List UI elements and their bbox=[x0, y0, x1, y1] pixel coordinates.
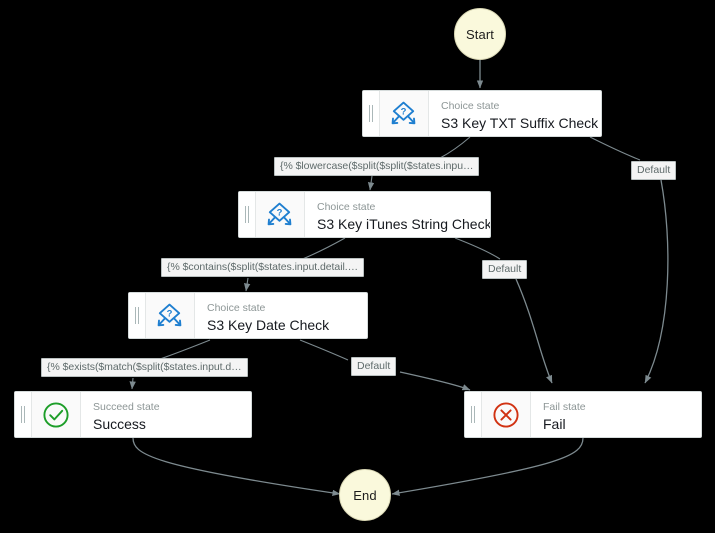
state-node-fail[interactable]: Fail state Fail bbox=[464, 391, 702, 438]
start-node[interactable]: Start bbox=[454, 8, 506, 60]
state-node-text: Succeed state Success bbox=[81, 392, 251, 437]
svg-text:?: ? bbox=[167, 308, 173, 319]
edge-label-default-txt-suffix[interactable]: Default bbox=[631, 161, 677, 180]
state-kind-label: Choice state bbox=[207, 302, 266, 314]
state-machine-canvas: Start ? Choice state S3 Key TXT Suffix C… bbox=[0, 0, 715, 533]
drag-handle-icon[interactable] bbox=[363, 91, 380, 136]
drag-handle-icon[interactable] bbox=[15, 392, 32, 437]
svg-text:?: ? bbox=[277, 207, 283, 218]
start-node-label: Start bbox=[466, 26, 494, 42]
state-kind-label: Choice state bbox=[317, 201, 376, 213]
succeed-state-icon bbox=[32, 392, 81, 437]
state-node-s3-key-txt-suffix-check[interactable]: ? Choice state S3 Key TXT Suffix Check bbox=[362, 90, 602, 137]
edge-label-lowercase-expression[interactable]: {% $lowercase($split($split($states.inpu… bbox=[274, 157, 480, 176]
choice-state-icon: ? bbox=[256, 192, 305, 237]
state-kind-label: Succeed state bbox=[93, 401, 160, 413]
state-node-text: Fail state Fail bbox=[531, 392, 701, 437]
svg-text:?: ? bbox=[401, 106, 407, 117]
state-node-s3-key-itunes-string-check[interactable]: ? Choice state S3 Key iTunes String Chec… bbox=[238, 191, 491, 238]
state-node-success[interactable]: Succeed state Success bbox=[14, 391, 252, 438]
edge-label-exists-expression[interactable]: {% $exists($match($split($states.input.d… bbox=[41, 358, 248, 377]
state-title-label: S3 Key iTunes String Check bbox=[317, 216, 490, 232]
drag-handle-icon[interactable] bbox=[129, 293, 146, 338]
state-title-label: S3 Key Date Check bbox=[207, 317, 330, 333]
state-kind-label: Choice state bbox=[441, 100, 500, 112]
state-title-label: Fail bbox=[543, 416, 566, 432]
edge-label-contains-expression[interactable]: {% $contains($split($states.input.detail… bbox=[161, 258, 365, 277]
end-node-label: End bbox=[353, 487, 377, 503]
state-node-s3-key-date-check[interactable]: ? Choice state S3 Key Date Check bbox=[128, 292, 368, 339]
state-node-text: Choice state S3 Key Date Check bbox=[195, 293, 367, 338]
fail-state-icon bbox=[482, 392, 531, 437]
state-title-label: Success bbox=[93, 416, 146, 432]
state-node-text: Choice state S3 Key TXT Suffix Check bbox=[429, 91, 601, 136]
state-kind-label: Fail state bbox=[543, 401, 586, 413]
drag-handle-icon[interactable] bbox=[465, 392, 482, 437]
edge-label-default-date-check[interactable]: Default bbox=[351, 357, 397, 376]
state-title-label: S3 Key TXT Suffix Check bbox=[441, 115, 599, 131]
drag-handle-icon[interactable] bbox=[239, 192, 256, 237]
state-node-text: Choice state S3 Key iTunes String Check bbox=[305, 192, 490, 237]
choice-state-icon: ? bbox=[380, 91, 429, 136]
edge-label-default-itunes-string[interactable]: Default bbox=[482, 260, 528, 279]
end-node[interactable]: End bbox=[339, 469, 391, 521]
choice-state-icon: ? bbox=[146, 293, 195, 338]
